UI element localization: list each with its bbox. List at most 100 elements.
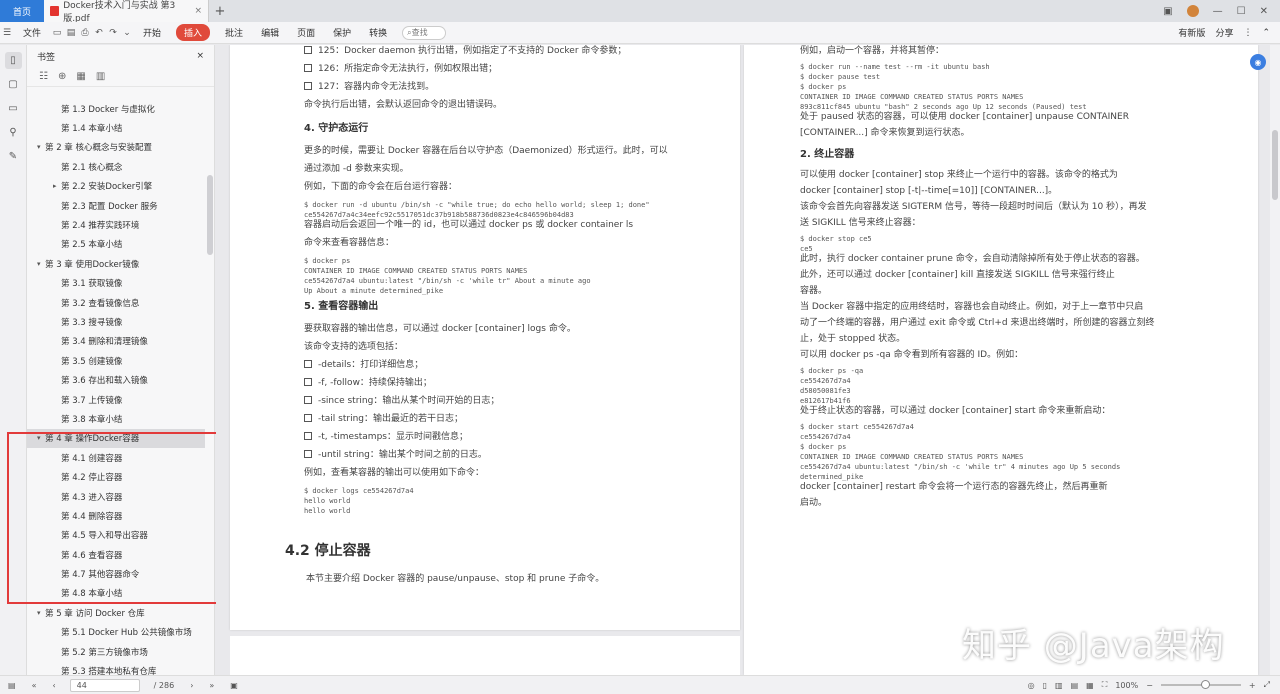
eye-icon[interactable]: ◎ [1028,681,1035,690]
continuous-icon[interactable]: ▤ [1071,681,1079,690]
paragraph-line: 止，处于 stopped 状态。 [800,334,906,344]
toc-item[interactable]: ▸ 第 2.2 安装Docker引擎 [27,177,205,196]
file-menu[interactable]: 文件 [14,26,50,39]
search-input[interactable]: ⌕ 查找 [402,25,447,40]
document-view: 125：Docker daemon 执行出错，例如指定了不支持的 Docker … [216,45,1268,675]
update-button[interactable]: 有新版 [1178,26,1205,39]
toc-item-label: 第 2.1 核心概念 [61,162,123,173]
menu-insert-active[interactable]: 插入 [176,24,211,41]
toc-item[interactable]: 第 5.2 第三方镜像市场 [27,642,205,661]
first-page-icon[interactable]: « [24,681,45,690]
layout-icon[interactable]: ▣ [1163,6,1172,17]
menu-icon[interactable]: ☰ [0,28,14,38]
toc-item[interactable]: 第 2.4 推荐实践环境 [27,215,205,234]
undo-icon[interactable]: ↶ [92,28,106,38]
last-page-icon[interactable]: » [201,681,222,690]
add-bookmark-icon[interactable]: ⊕ [58,71,66,82]
toc-item[interactable]: 第 3.2 查看镜像信息 [27,293,205,312]
menu-convert[interactable]: 转换 [360,26,396,39]
toc-item[interactable]: 第 1.3 Docker 与虚拟化 [27,99,205,118]
paragraph-line: 容器启动后会返回一个唯一的 id，也可以通过 docker ps 或 docke… [304,220,634,230]
single-page-icon[interactable]: ▯ [1043,681,1047,690]
close-window-icon[interactable]: ✕ [1260,6,1268,17]
toc-item[interactable]: 第 2.1 核心概念 [27,157,205,176]
toc-item[interactable]: 第 2.5 本章小结 [27,235,205,254]
toc-item[interactable]: 第 3.4 删除和清理镜像 [27,332,205,351]
document-scroll-thumb[interactable] [1272,130,1278,200]
toc-item[interactable]: 第 3.1 获取镜像 [27,274,205,293]
zoom-out-icon[interactable]: − [1146,681,1153,690]
double-page-icon[interactable]: ▥ [1055,681,1063,690]
maximize-icon[interactable]: ☐ [1237,6,1246,17]
toc-item-label: 第 3.5 创建镜像 [61,356,123,367]
print-icon[interactable]: ⎙ [78,28,92,38]
thumbnail-panel-icon[interactable]: ▢ [5,76,22,93]
zoom-slider[interactable] [1160,680,1241,689]
sidebar-toggle-icon[interactable]: ▤ [0,681,24,690]
document-scrollbar[interactable] [1270,45,1280,675]
chevron-icon: ▸ [53,182,57,191]
toc-item[interactable]: ▾ 第 2 章 核心概念与安装配置 [27,138,205,157]
collapse-ribbon-icon[interactable]: ⌃ [1262,28,1270,38]
signature-panel-icon[interactable]: ✎ [5,148,22,165]
toc-item-label: 第 2.5 本章小结 [61,240,123,251]
toc-item[interactable]: ▾ 第 3 章 使用Docker镜像 [27,254,205,273]
comment-panel-icon[interactable]: ▭ [5,100,22,117]
window-controls: ▣ — ☐ ✕ [1163,5,1280,17]
zoom-value[interactable]: 100% [1115,681,1138,690]
sidebar-tools: ☷ ⊕ ▦ ▥ [27,67,214,87]
fit-page-icon[interactable]: ▣ [222,681,246,690]
close-tab-icon[interactable]: × [194,6,202,16]
page-number-input[interactable]: 44 [69,678,140,692]
toc-item[interactable]: 第 3.3 搜寻镜像 [27,312,205,331]
paragraph-line: docker [container] stop [-t|--time[=10]]… [800,186,1058,196]
toc-item[interactable]: 第 3.5 创建镜像 [27,351,205,370]
toc-item[interactable]: 第 2.3 配置 Docker 服务 [27,196,205,215]
toc-item[interactable]: ▾ 第 5 章 访问 Docker 仓库 [27,603,205,622]
sidebar-scrollbar[interactable] [207,175,213,255]
home-tab[interactable]: 首页 [0,0,44,22]
menu-edit[interactable]: 编辑 [252,26,288,39]
toc-item-label: 第 2 章 核心概念与安装配置 [45,143,153,154]
redo-icon[interactable]: ↷ [106,28,120,38]
assistant-icon[interactable]: ◉ [1250,54,1266,70]
toc-item-label: 第 5.2 第三方镜像市场 [61,647,148,658]
open-icon[interactable]: ▭ [50,28,64,38]
next-page-icon[interactable]: › [182,681,201,690]
book-view-icon[interactable]: ▦ [1086,681,1094,690]
attachment-panel-icon[interactable]: ⚲ [5,124,22,141]
bookmark-panel-icon[interactable]: ▯ [4,52,22,69]
more-options-icon[interactable]: ⋮ [1243,28,1252,38]
toc-item[interactable]: 第 1.4 本章小结 [27,118,205,137]
save-icon[interactable]: ▤ [64,28,78,38]
menu-protect[interactable]: 保护 [324,26,360,39]
avatar[interactable] [1186,5,1199,17]
checkbox-bullet-icon [304,450,312,458]
page-total: / 286 [153,680,175,690]
share-button[interactable]: 分享 [1215,26,1233,39]
toc-item[interactable]: 第 3.6 存出和载入镜像 [27,370,205,389]
zoom-in-icon[interactable]: + [1249,681,1256,690]
menu-page[interactable]: 页面 [288,26,324,39]
sidebar-close-icon[interactable]: × [196,51,204,61]
delete-bookmark-icon[interactable]: ▦ [76,71,85,82]
zoom-slider-knob[interactable] [1200,680,1210,689]
chevron-icon: ▾ [37,608,41,617]
document-tab[interactable]: Docker技术入门与实战 第3版.pdf × [44,0,209,24]
new-tab-button[interactable]: + [209,4,231,19]
more-icon[interactable]: ⌄ [120,28,134,38]
paragraph-line: 通过添加 -d 参数来实现。 [304,164,409,174]
checkbox-bullet-icon [304,82,312,90]
menu-start[interactable]: 开始 [134,26,170,39]
toc-item[interactable]: 第 3.8 本章小结 [27,409,205,428]
toc-item[interactable]: 第 5.1 Docker Hub 公共镜像市场 [27,623,205,642]
prev-page-icon[interactable]: ‹ [44,681,63,690]
fit-width-icon[interactable]: ⤢ [1264,680,1270,690]
toc-item[interactable]: 第 3.7 上传镜像 [27,390,205,409]
edit-bookmark-icon[interactable]: ▥ [96,71,105,82]
minimize-icon[interactable]: — [1213,6,1223,17]
toc-item-label: 第 5.1 Docker Hub 公共镜像市场 [61,628,192,639]
fullscreen-icon[interactable]: ⛶ [1102,680,1108,690]
menu-annotate[interactable]: 批注 [216,26,252,39]
expand-all-icon[interactable]: ☷ [39,71,48,82]
